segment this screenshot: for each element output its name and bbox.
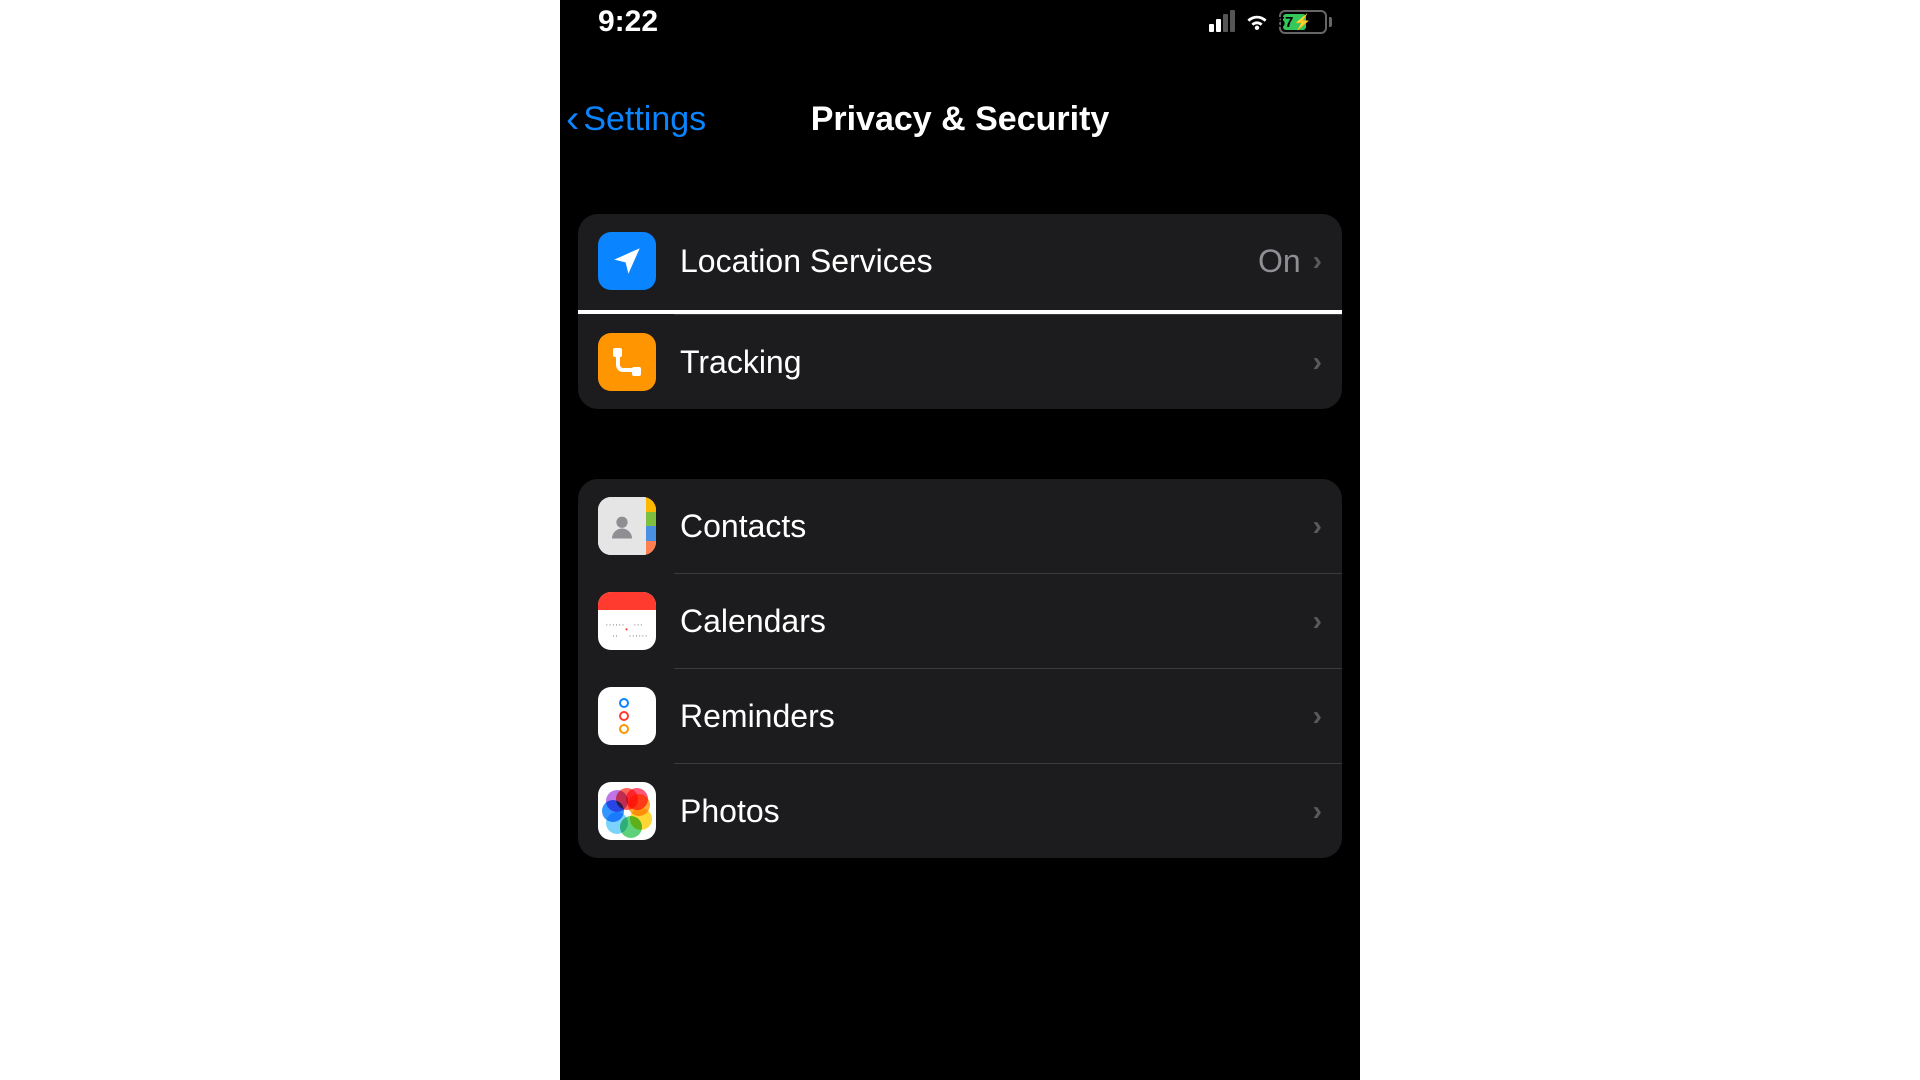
status-time: 9:22 bbox=[598, 5, 658, 39]
tracking-row[interactable]: Tracking › bbox=[578, 315, 1342, 409]
chevron-right-icon: › bbox=[1313, 795, 1322, 827]
chevron-right-icon: › bbox=[1313, 510, 1322, 542]
settings-content: Location Services On › Tracking › bbox=[560, 214, 1360, 858]
row-label: Tracking bbox=[680, 344, 1313, 381]
chevron-left-icon: ‹ bbox=[566, 99, 579, 139]
status-indicators: 57⚡ bbox=[1209, 6, 1332, 39]
row-label: Photos bbox=[680, 793, 1313, 830]
contacts-row[interactable]: Contacts › bbox=[578, 479, 1342, 573]
row-label: Location Services bbox=[680, 243, 1258, 280]
chevron-right-icon: › bbox=[1313, 700, 1322, 732]
battery-indicator: 57⚡ bbox=[1279, 10, 1332, 34]
back-button[interactable]: ‹ Settings bbox=[566, 99, 706, 139]
tracking-icon bbox=[598, 333, 656, 391]
row-label: Calendars bbox=[680, 603, 1313, 640]
chevron-right-icon: › bbox=[1313, 346, 1322, 378]
calendar-icon: ∙∙∙∙∙∙∙∙•∙∙∙∙∙∙∙∙∙ bbox=[598, 592, 656, 650]
settings-group-apps: Contacts › ∙∙∙∙∙∙∙∙•∙∙∙∙∙∙∙∙∙ Calendars … bbox=[578, 479, 1342, 858]
chevron-right-icon: › bbox=[1313, 605, 1322, 637]
contacts-icon bbox=[598, 497, 656, 555]
back-button-label: Settings bbox=[583, 100, 706, 139]
wifi-icon bbox=[1243, 6, 1271, 39]
phone-screen: 9:22 57⚡ ‹ Sett bbox=[560, 0, 1360, 1080]
location-arrow-icon bbox=[598, 232, 656, 290]
row-value: On bbox=[1258, 243, 1301, 280]
settings-group-privacy: Location Services On › Tracking › bbox=[578, 214, 1342, 409]
photos-row[interactable]: Photos › bbox=[578, 764, 1342, 858]
calendars-row[interactable]: ∙∙∙∙∙∙∙∙•∙∙∙∙∙∙∙∙∙ Calendars › bbox=[578, 574, 1342, 668]
photos-icon bbox=[598, 782, 656, 840]
highlight-annotation: Location Services On › bbox=[578, 214, 1342, 314]
chevron-right-icon: › bbox=[1313, 245, 1322, 277]
navigation-bar: ‹ Settings Privacy & Security bbox=[560, 84, 1360, 154]
row-label: Reminders bbox=[680, 698, 1313, 735]
page-title: Privacy & Security bbox=[811, 100, 1110, 139]
reminders-row[interactable]: Reminders › bbox=[578, 669, 1342, 763]
cellular-signal-icon bbox=[1209, 12, 1235, 32]
status-bar: 9:22 57⚡ bbox=[560, 0, 1360, 44]
row-label: Contacts bbox=[680, 508, 1313, 545]
reminders-icon bbox=[598, 687, 656, 745]
location-services-row[interactable]: Location Services On › bbox=[578, 214, 1342, 308]
